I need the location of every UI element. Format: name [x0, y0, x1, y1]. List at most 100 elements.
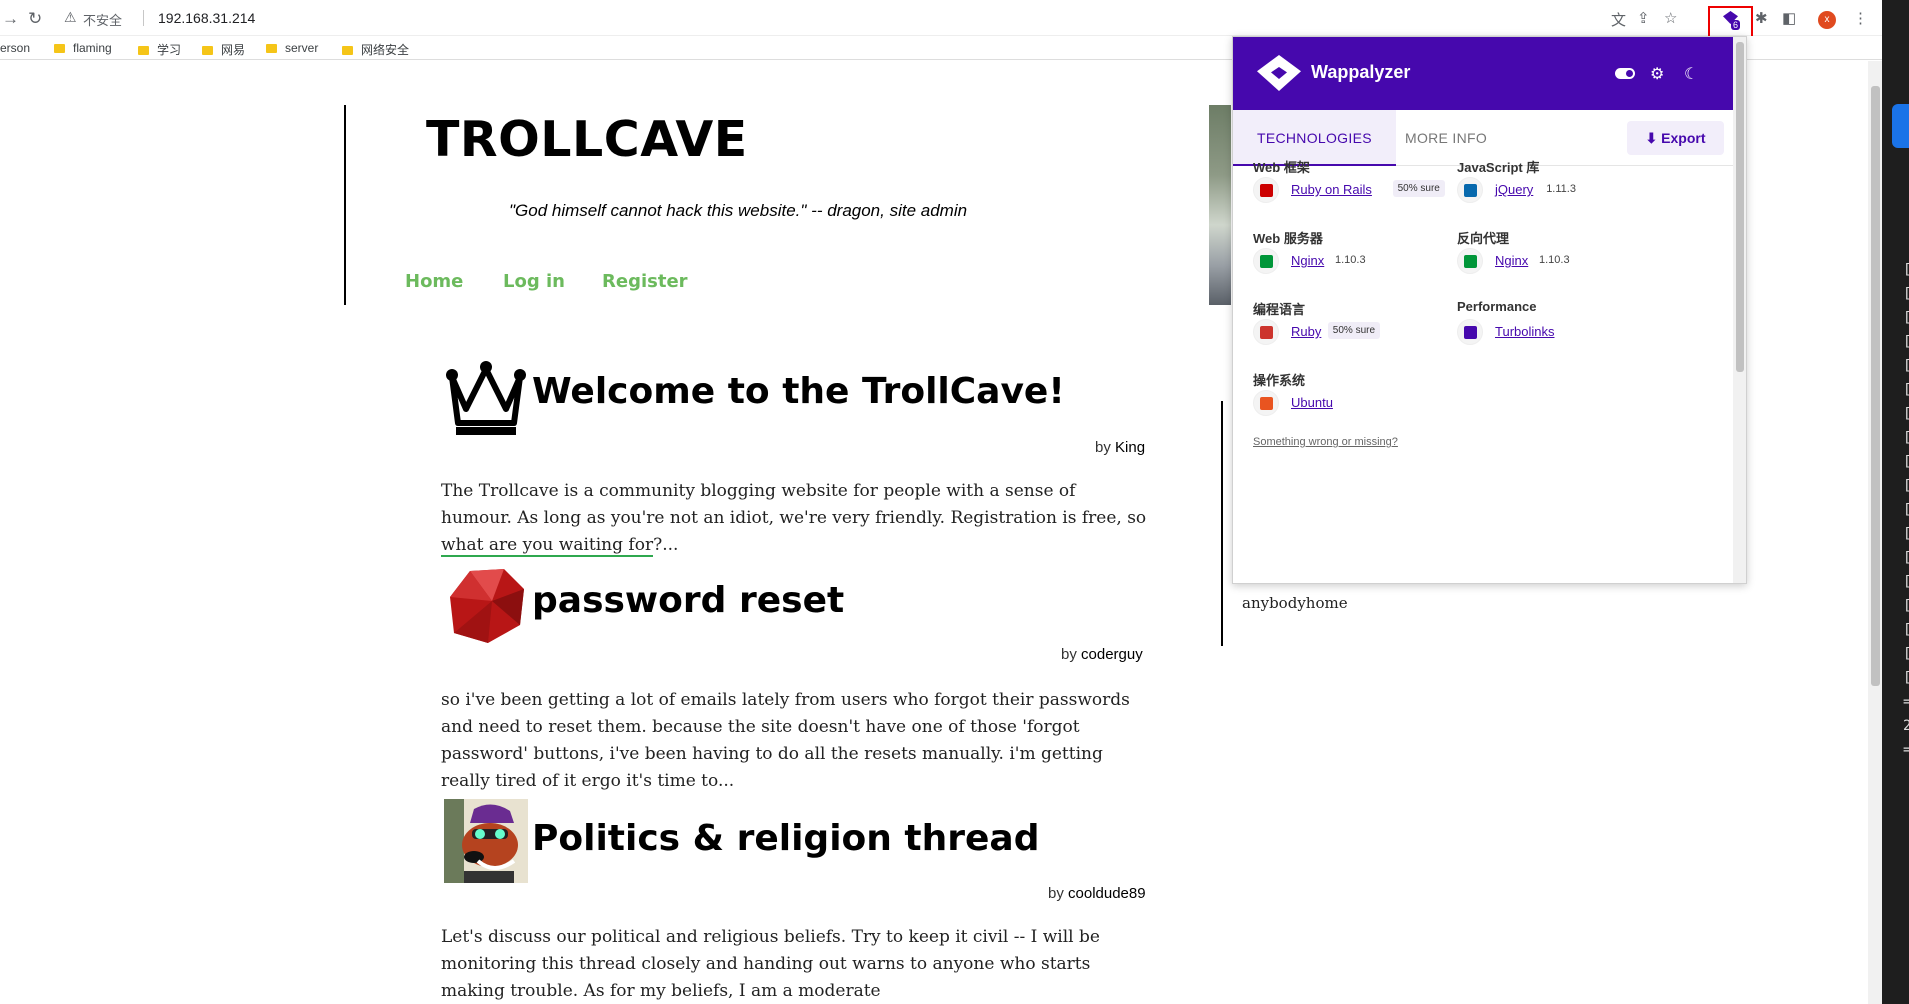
- browser-toolbar: → ↻ ⚠ 不安全 192.168.31.214 ⽂ ⇪ ☆ 6 ✱ ◧ x ⋮: [0, 0, 1909, 48]
- technology-logo-icon: [1253, 319, 1279, 345]
- post-title[interactable]: Politics & religion thread: [532, 818, 1040, 859]
- download-icon: ⬇: [1645, 130, 1662, 146]
- popup-scrollbar[interactable]: [1733, 37, 1746, 583]
- bookmark-folder[interactable]: 网易: [202, 41, 245, 58]
- export-button[interactable]: ⬇ Export: [1627, 121, 1724, 155]
- bookmark-folder[interactable]: 网络安全: [342, 41, 409, 58]
- terminal-line: [: [1903, 646, 1909, 662]
- post-author[interactable]: King: [1115, 439, 1145, 456]
- forward-icon[interactable]: →: [2, 9, 19, 29]
- post-title[interactable]: Welcome to the TrollCave!: [532, 371, 1065, 412]
- technology-version: 1.10.3: [1539, 254, 1570, 266]
- url-text[interactable]: 192.168.31.214: [158, 10, 255, 26]
- confidence-badge: 50% sure: [1327, 322, 1381, 339]
- side-panel-icon[interactable]: ◧: [1782, 9, 1796, 27]
- terminal-line: [: [1903, 430, 1909, 446]
- technology-logo-icon: [1457, 319, 1483, 345]
- technology-name[interactable]: Ruby on Rails: [1291, 182, 1372, 197]
- site-tagline: "God himself cannot hack this website." …: [509, 201, 968, 220]
- technology-logo-icon: [1457, 177, 1483, 203]
- folder-icon: [202, 46, 213, 55]
- technology-name[interactable]: Turbolinks: [1495, 324, 1554, 339]
- technology-name[interactable]: Nginx: [1291, 253, 1324, 268]
- nav-login-link[interactable]: Log in: [503, 271, 565, 292]
- wappalyzer-header: Wappalyzer ⚙ ☾: [1233, 37, 1746, 110]
- reload-icon[interactable]: ↻: [28, 9, 42, 29]
- technology-logo-icon: [1457, 248, 1483, 274]
- cartoon-dog-avatar: [444, 799, 528, 883]
- bookmark-folder[interactable]: server: [266, 41, 318, 55]
- technology-category: Web 框架: [1253, 160, 1310, 175]
- terminal-line: =: [1903, 742, 1909, 758]
- folder-icon: [138, 46, 149, 55]
- wappalyzer-brand: Wappalyzer: [1311, 62, 1411, 82]
- translate-icon[interactable]: ⽂: [1611, 9, 1626, 30]
- sidebar-username[interactable]: anybodyhome: [1242, 594, 1348, 612]
- background-terminal: [[[[[[[[[[[[[[[[[[= 2 =: [1882, 0, 1909, 1004]
- terminal-line: [: [1903, 478, 1909, 494]
- terminal-line: =: [1903, 694, 1909, 710]
- technology-name[interactable]: Ruby: [1291, 324, 1321, 339]
- puzzle-icon[interactable]: ✱: [1755, 9, 1768, 27]
- post-title[interactable]: password reset: [532, 580, 844, 621]
- technology-version: 1.11.3: [1546, 183, 1576, 195]
- warning-icon: ⚠: [64, 9, 77, 25]
- technology-category: JavaScript 库: [1457, 160, 1540, 175]
- kebab-menu-icon[interactable]: ⋮: [1853, 9, 1868, 27]
- terminal-line: [: [1903, 598, 1909, 614]
- terminal-line: [: [1903, 382, 1909, 398]
- post-author[interactable]: coderguy: [1081, 646, 1143, 663]
- app-icon: [1892, 104, 1909, 148]
- technology-category: Performance: [1457, 299, 1537, 314]
- share-icon[interactable]: ⇪: [1637, 9, 1650, 27]
- terminal-line: [: [1903, 334, 1909, 350]
- divider: [143, 10, 144, 26]
- technology-category: Web 服务器: [1253, 231, 1323, 246]
- wappalyzer-popup: Wappalyzer ⚙ ☾ TECHNOLOGIES MORE INFO ⬇ …: [1232, 36, 1747, 584]
- bookmark-folder[interactable]: 学习: [138, 41, 181, 58]
- post-author[interactable]: cooldude89: [1068, 885, 1146, 902]
- technology-logo-icon: [1253, 177, 1279, 203]
- folder-icon: [54, 44, 65, 53]
- sidebar-photo: [1209, 105, 1231, 305]
- bookmark-item[interactable]: erson: [0, 41, 30, 55]
- post-byline: by cooldude89: [1048, 885, 1146, 902]
- post-byline: by coderguy: [1061, 646, 1143, 663]
- nav-register-link[interactable]: Register: [602, 271, 688, 292]
- terminal-line: [: [1903, 262, 1909, 278]
- post-byline: by King: [1095, 439, 1146, 456]
- page-scrollbar[interactable]: [1868, 61, 1882, 1004]
- technology-category: 编程语言: [1253, 302, 1306, 317]
- address-bar[interactable]: ⚠ 不安全 192.168.31.214: [58, 4, 1608, 32]
- technology-category: 反向代理: [1457, 231, 1510, 246]
- waiting-link[interactable]: what are you waiting for: [441, 535, 654, 557]
- site-title: TROLLCAVE: [426, 111, 748, 168]
- technology-name[interactable]: Ubuntu: [1291, 395, 1333, 410]
- wappalyzer-logo-icon: [1257, 55, 1301, 91]
- bookmark-folder[interactable]: flaming: [54, 41, 112, 55]
- technology-name[interactable]: Nginx: [1495, 253, 1528, 268]
- dark-mode-moon-icon[interactable]: ☾: [1684, 64, 1698, 84]
- terminal-line: [: [1903, 574, 1909, 590]
- post-excerpt: so i've been getting a lot of emails lat…: [441, 690, 1130, 791]
- scrollbar-thumb[interactable]: [1736, 42, 1744, 372]
- terminal-line: [: [1903, 286, 1909, 302]
- ruby-gem-icon: [450, 569, 524, 643]
- nav-home-link[interactable]: Home: [405, 271, 463, 292]
- terminal-line: 2: [1903, 718, 1909, 734]
- folder-icon: [342, 46, 353, 55]
- profile-avatar[interactable]: x: [1818, 11, 1836, 29]
- star-icon[interactable]: ☆: [1664, 9, 1677, 27]
- terminal-line: [: [1903, 670, 1909, 686]
- vertical-rule: [1221, 401, 1223, 646]
- technology-name[interactable]: jQuery: [1495, 182, 1533, 197]
- toggle-icon[interactable]: [1615, 68, 1635, 79]
- confidence-badge: 50% sure: [1392, 180, 1445, 197]
- feedback-link[interactable]: Something wrong or missing?: [1253, 436, 1398, 448]
- post-excerpt: Let's discuss our political and religiou…: [441, 927, 1100, 1001]
- technology-logo-icon: [1253, 248, 1279, 274]
- terminal-line: [: [1903, 622, 1909, 638]
- crown-icon: [446, 361, 526, 435]
- scrollbar-thumb[interactable]: [1871, 86, 1880, 686]
- settings-gear-icon[interactable]: ⚙: [1650, 64, 1664, 84]
